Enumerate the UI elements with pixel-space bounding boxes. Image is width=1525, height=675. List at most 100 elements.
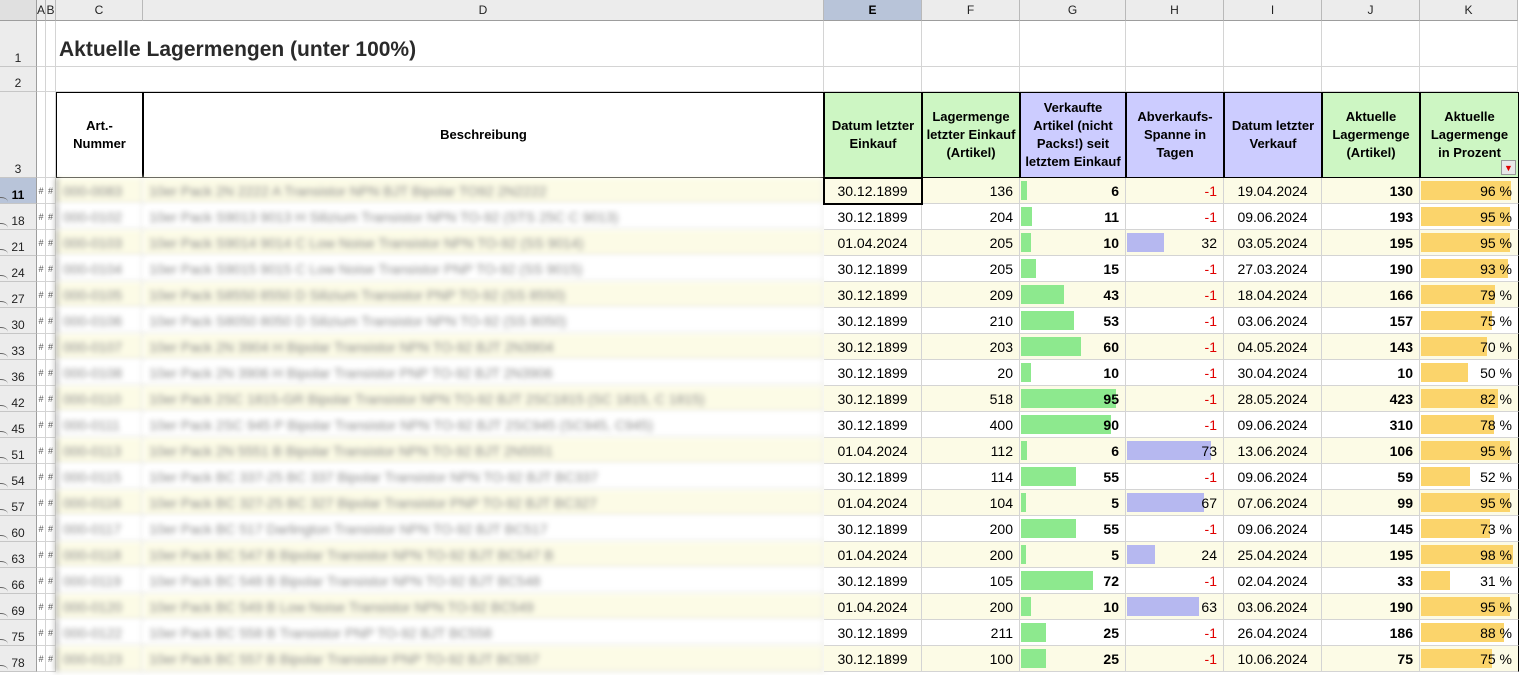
cell-verkaufte[interactable]: 55 <box>1020 464 1126 490</box>
hash-cell[interactable]: # <box>46 178 56 204</box>
row-header-75[interactable]: 75 <box>0 620 37 646</box>
cell-description[interactable]: 10er Pack BC 549 B Low Noise Transistor … <box>143 594 824 620</box>
cell-datum-verkauf[interactable]: 13.06.2024 <box>1224 438 1322 464</box>
row-header-11[interactable]: 11 <box>0 178 37 204</box>
row-header-21[interactable]: 21 <box>0 230 37 256</box>
cell-art-nr[interactable]: 000-0110 <box>56 386 143 412</box>
row-header-63[interactable]: 63 <box>0 542 37 568</box>
select-all-corner[interactable] <box>0 0 37 21</box>
cell-datum-verkauf[interactable]: 09.06.2024 <box>1224 464 1322 490</box>
cell-lagermenge-einkauf[interactable]: 136 <box>922 178 1020 204</box>
cell-description[interactable]: 10er Pack S8550 8550 D Silizium Transist… <box>143 282 824 308</box>
cell-aktuelle-lagermenge[interactable]: 143 <box>1322 334 1420 360</box>
hash-cell[interactable]: # <box>37 204 46 230</box>
cell-datum-verkauf[interactable]: 27.03.2024 <box>1224 256 1322 282</box>
hash-cell[interactable]: # <box>46 464 56 490</box>
column-header-b[interactable]: B <box>46 0 56 21</box>
hash-cell[interactable]: # <box>37 256 46 282</box>
cell-datum-einkauf[interactable]: 30.12.1899 <box>824 516 922 542</box>
row-header-24[interactable]: 24 <box>0 256 37 282</box>
spreadsheet[interactable]: A B C D E F G H I J K 1 2 3 11 18 21 24 27 30 33 36 42 45 51 54 57… <box>0 0 1525 675</box>
narrow-cell[interactable] <box>37 92 46 178</box>
cell-art-nr[interactable]: 000-0103 <box>56 230 143 256</box>
narrow-cell[interactable] <box>46 92 56 178</box>
hash-cell[interactable]: # <box>46 412 56 438</box>
cell-spanne[interactable]: -1 <box>1126 256 1224 282</box>
cell-art-nr[interactable]: 000-0122 <box>56 620 143 646</box>
cell-lagermenge-einkauf[interactable]: 104 <box>922 490 1020 516</box>
cell-art-nr[interactable]: 000-0102 <box>56 204 143 230</box>
hash-cell[interactable]: # <box>37 464 46 490</box>
cell-lagermenge-einkauf[interactable]: 200 <box>922 542 1020 568</box>
hash-cell[interactable]: # <box>46 256 56 282</box>
hash-cell[interactable]: # <box>37 230 46 256</box>
cell-lagermenge-einkauf[interactable]: 114 <box>922 464 1020 490</box>
cell-datum-einkauf[interactable]: 01.04.2024 <box>824 230 922 256</box>
cell-datum-verkauf[interactable]: 03.05.2024 <box>1224 230 1322 256</box>
column-header-c[interactable]: C <box>56 0 143 21</box>
cell-aktuelle-prozent[interactable]: 31 % <box>1420 568 1519 594</box>
cell-aktuelle-prozent[interactable]: 75 % <box>1420 308 1519 334</box>
hash-cell[interactable]: # <box>37 360 46 386</box>
cell-datum-verkauf[interactable]: 26.04.2024 <box>1224 620 1322 646</box>
narrow-cell[interactable] <box>37 67 46 92</box>
row-header-51[interactable]: 51 <box>0 438 37 464</box>
empty-cell[interactable] <box>922 21 1020 67</box>
cell-art-nr[interactable]: 000-0118 <box>56 542 143 568</box>
cell-lagermenge-einkauf[interactable]: 100 <box>922 646 1020 672</box>
cell-spanne[interactable]: -1 <box>1126 282 1224 308</box>
cell-aktuelle-prozent[interactable]: 82 % <box>1420 386 1519 412</box>
hash-cell[interactable]: # <box>37 568 46 594</box>
cell-datum-verkauf[interactable]: 03.06.2024 <box>1224 594 1322 620</box>
cell-description[interactable]: 10er Pack 2N 3904 H Bipolar Transistor N… <box>143 334 824 360</box>
empty-cell[interactable] <box>1420 67 1518 92</box>
cell-art-nr[interactable]: 000-0115 <box>56 464 143 490</box>
cell-art-nr[interactable]: 000-0116 <box>56 490 143 516</box>
cell-description[interactable]: 10er Pack 2SC 1815-GR Bipolar Transistor… <box>143 386 824 412</box>
cell-datum-verkauf[interactable]: 25.04.2024 <box>1224 542 1322 568</box>
cell-verkaufte[interactable]: 53 <box>1020 308 1126 334</box>
column-header-f[interactable]: F <box>922 0 1020 21</box>
row-header-69[interactable]: 69 <box>0 594 37 620</box>
cell-description[interactable]: 10er Pack BC 558 B Transistor PNP TO-92 … <box>143 620 824 646</box>
cell-lagermenge-einkauf[interactable]: 105 <box>922 568 1020 594</box>
cell-art-nr[interactable]: 000-0120 <box>56 594 143 620</box>
row-header-42[interactable]: 42 <box>0 386 37 412</box>
cell-aktuelle-prozent[interactable]: 96 % <box>1420 178 1519 204</box>
cell-aktuelle-prozent[interactable]: 93 % <box>1420 256 1519 282</box>
cell-art-nr[interactable]: 000-0113 <box>56 438 143 464</box>
cell-verkaufte[interactable]: 5 <box>1020 542 1126 568</box>
cell-art-nr[interactable]: 000-0104 <box>56 256 143 282</box>
cell-lagermenge-einkauf[interactable]: 20 <box>922 360 1020 386</box>
cell-aktuelle-lagermenge[interactable]: 195 <box>1322 542 1420 568</box>
cell-aktuelle-lagermenge[interactable]: 75 <box>1322 646 1420 672</box>
hash-cell[interactable]: # <box>46 438 56 464</box>
narrow-cell[interactable] <box>46 21 56 67</box>
empty-cell[interactable] <box>824 67 922 92</box>
cell-datum-einkauf[interactable]: 01.04.2024 <box>824 542 922 568</box>
cell-spanne[interactable]: 73 <box>1126 438 1224 464</box>
cell-verkaufte[interactable]: 10 <box>1020 230 1126 256</box>
cell-spanne[interactable]: -1 <box>1126 308 1224 334</box>
cell-aktuelle-lagermenge[interactable]: 186 <box>1322 620 1420 646</box>
empty-cell[interactable] <box>1224 67 1322 92</box>
cell-verkaufte[interactable]: 15 <box>1020 256 1126 282</box>
cell-aktuelle-lagermenge[interactable]: 190 <box>1322 594 1420 620</box>
row-header-33[interactable]: 33 <box>0 334 37 360</box>
hash-cell[interactable]: # <box>46 308 56 334</box>
hash-cell[interactable]: # <box>37 516 46 542</box>
cell-art-nr[interactable]: 000-0107 <box>56 334 143 360</box>
cell-lagermenge-einkauf[interactable]: 211 <box>922 620 1020 646</box>
cell-datum-einkauf[interactable]: 30.12.1899 <box>824 568 922 594</box>
cell-datum-einkauf[interactable]: 30.12.1899 <box>824 282 922 308</box>
row-header-1[interactable]: 1 <box>0 21 37 67</box>
cell-aktuelle-prozent[interactable]: 95 % <box>1420 438 1519 464</box>
hash-cell[interactable]: # <box>37 334 46 360</box>
cell-datum-verkauf[interactable]: 09.06.2024 <box>1224 516 1322 542</box>
cell-description[interactable]: 10er Pack BC 517 Darlington Transistor N… <box>143 516 824 542</box>
empty-cell[interactable] <box>922 67 1020 92</box>
cell-spanne[interactable]: -1 <box>1126 620 1224 646</box>
cell-description[interactable]: 10er Pack S9015 9015 C Low Noise Transis… <box>143 256 824 282</box>
hash-cell[interactable]: # <box>46 360 56 386</box>
cell-aktuelle-prozent[interactable]: 50 % <box>1420 360 1519 386</box>
